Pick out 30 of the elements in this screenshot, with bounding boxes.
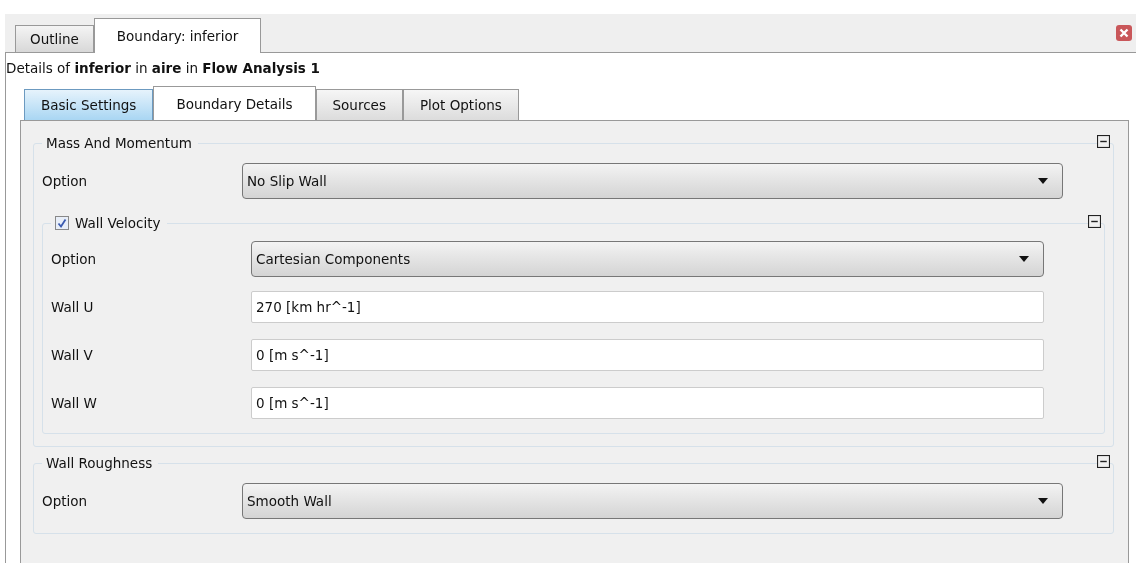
input-field[interactable]: 0 [m s^-1]	[251, 387, 1044, 419]
input-field[interactable]: 0 [m s^-1]	[251, 339, 1044, 371]
field-label: Option	[51, 251, 98, 267]
group-title: Wall Roughness	[46, 455, 153, 471]
group-title: Mass And Momentum	[46, 135, 192, 151]
tab[interactable]: Plot Options	[402, 89, 519, 120]
input-field[interactable]: 270 [km hr^-1]	[251, 291, 1044, 323]
dropdown[interactable]: Cartesian Components	[251, 241, 1044, 277]
collapse-icon[interactable]	[1097, 455, 1110, 468]
field-label: Wall V	[51, 347, 94, 363]
field-label: Option	[42, 173, 89, 189]
checkbox[interactable]	[55, 216, 69, 230]
dropdown[interactable]: Smooth Wall	[242, 483, 1063, 519]
tab[interactable]: Basic Settings	[24, 89, 154, 120]
tab[interactable]: Boundary: inferior	[93, 18, 262, 53]
caret-icon	[1038, 498, 1048, 504]
group-title: Wall Velocity	[75, 215, 161, 231]
caret-icon	[1038, 178, 1048, 184]
caret-icon	[1019, 256, 1029, 262]
field-label: Option	[42, 493, 89, 509]
field-label: Wall U	[51, 299, 95, 315]
collapse-icon[interactable]	[1097, 135, 1110, 148]
tab[interactable]: Outline	[15, 25, 94, 52]
dropdown[interactable]: No Slip Wall	[242, 163, 1063, 199]
details-heading: Details of inferior in aire in Flow Analysis 1	[6, 59, 321, 78]
tab[interactable]: Sources	[315, 89, 403, 120]
collapse-icon[interactable]	[1088, 215, 1101, 228]
tab[interactable]: Boundary Details	[153, 86, 316, 120]
field-label: Wall W	[51, 395, 98, 411]
close-icon[interactable]	[1116, 25, 1132, 41]
